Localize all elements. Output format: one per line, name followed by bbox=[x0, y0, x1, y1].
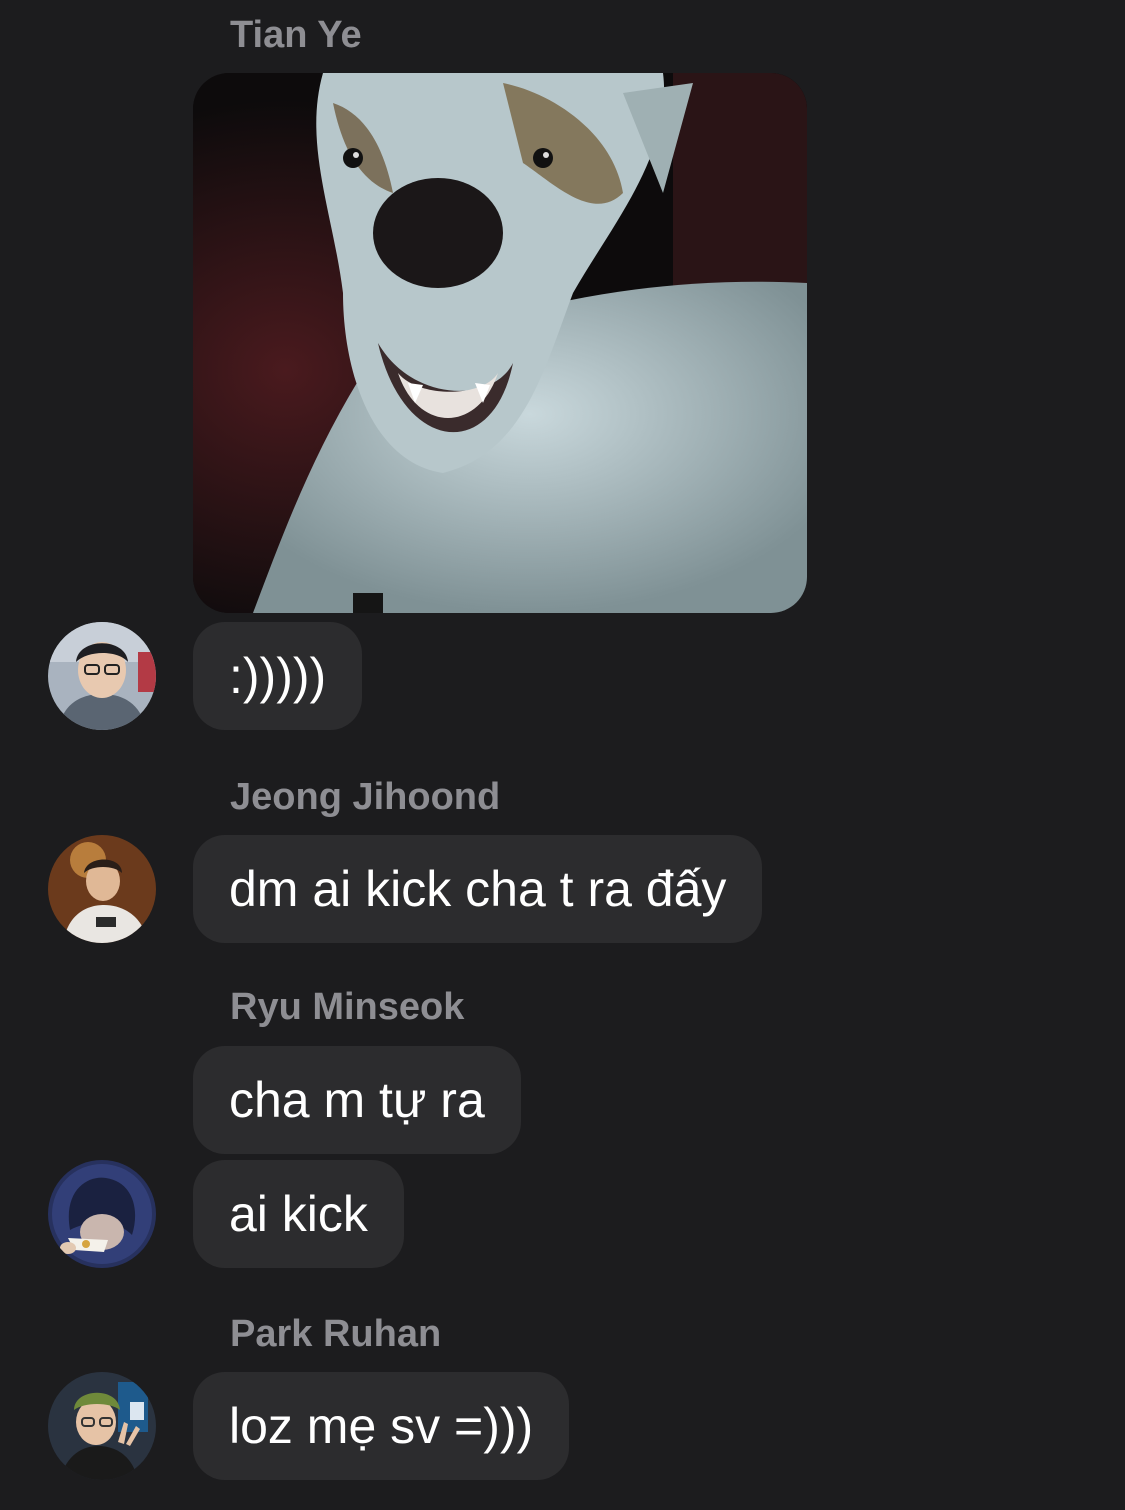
avatar[interactable] bbox=[48, 1160, 156, 1268]
avatar[interactable] bbox=[48, 835, 156, 943]
message-bubble[interactable]: loz mẹ sv =))) bbox=[193, 1372, 570, 1480]
image-message[interactable] bbox=[193, 73, 807, 613]
chat-thread: Tian Ye:))))) Jeong Jihoond dm ai kick … bbox=[0, 0, 1125, 1510]
sender-name: Park Ruhan bbox=[230, 1313, 442, 1355]
dog-image bbox=[193, 73, 807, 613]
sender-name: Jeong Jihoond bbox=[230, 776, 501, 818]
message-bubble[interactable]: dm ai kick cha t ra đấy bbox=[193, 835, 763, 943]
message-bubble[interactable]: :))))) bbox=[193, 622, 363, 730]
avatar-photo bbox=[48, 1372, 156, 1480]
message-bubble[interactable]: cha m tự ra bbox=[193, 1046, 521, 1154]
sender-name: Ryu Minseok bbox=[230, 986, 465, 1028]
message-bubble[interactable]: ai kick bbox=[193, 1160, 404, 1268]
avatar-photo bbox=[48, 1160, 156, 1268]
avatar[interactable] bbox=[48, 622, 156, 730]
avatar[interactable] bbox=[48, 1372, 156, 1480]
avatar-photo bbox=[48, 835, 156, 943]
sender-name: Tian Ye bbox=[230, 14, 362, 56]
avatar-photo bbox=[48, 622, 156, 730]
